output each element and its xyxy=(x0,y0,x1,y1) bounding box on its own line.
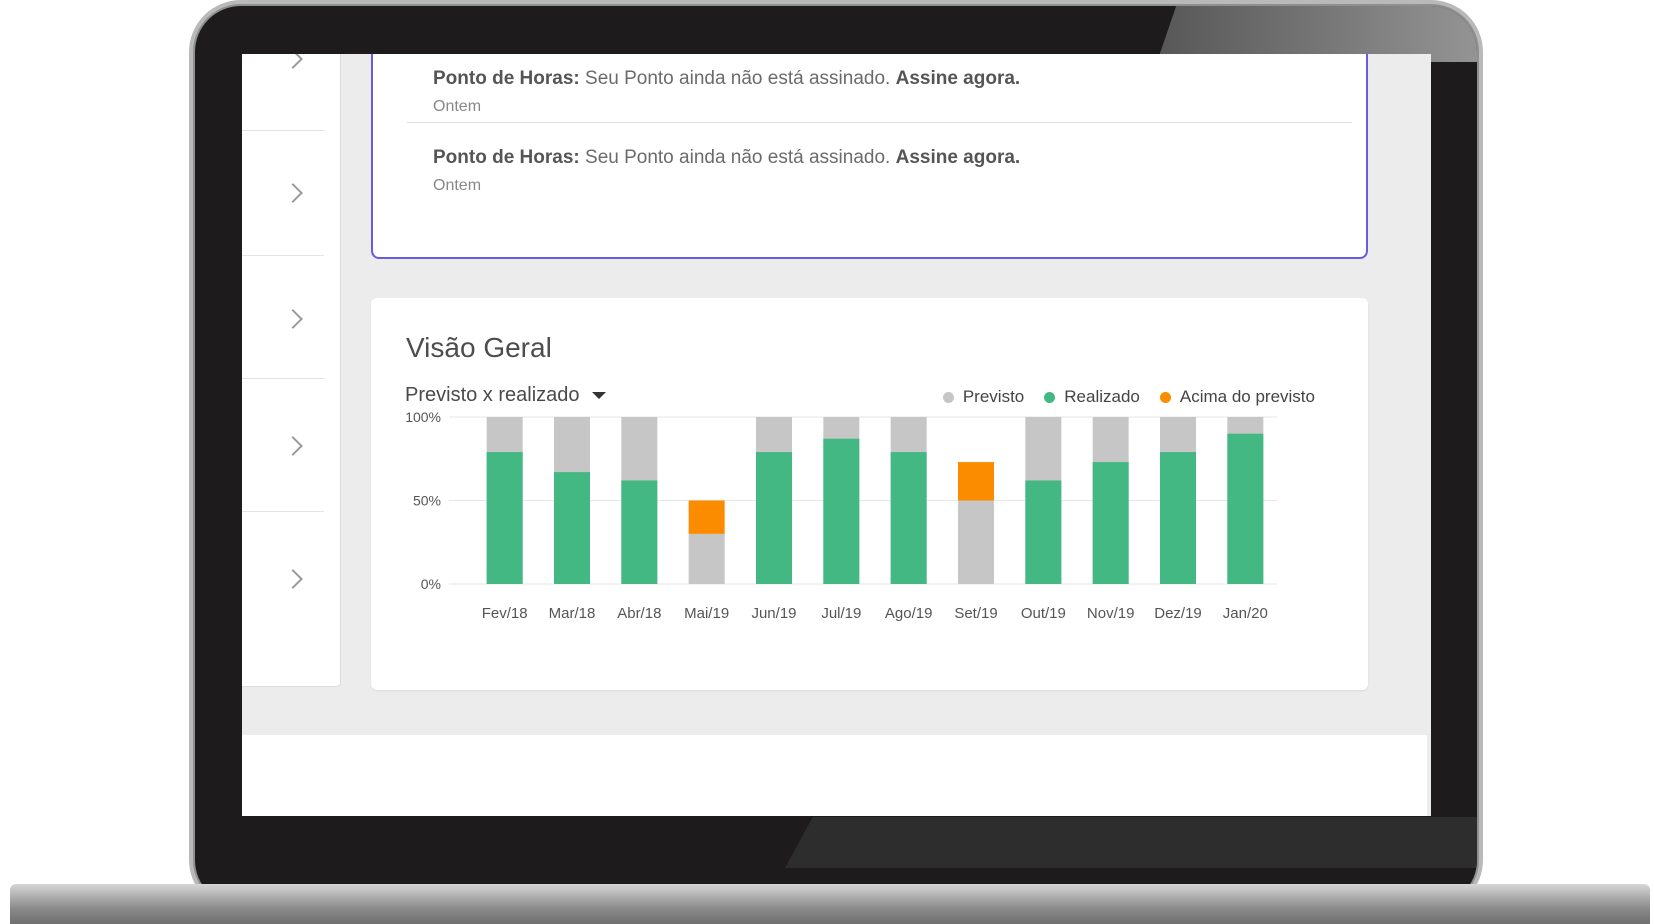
bar-realizado xyxy=(1092,462,1129,584)
x-tick-label: Abr/18 xyxy=(617,605,661,622)
sidebar-item[interactable] xyxy=(242,256,324,379)
sidebar-item[interactable] xyxy=(242,379,324,512)
bar-previsto xyxy=(688,533,725,584)
x-tick-label: Dez/19 xyxy=(1154,605,1202,622)
bar-realizado xyxy=(823,438,860,584)
bar-chart: 0% 50% 100% Fev/18 Mar/18 Abr/18 Mai/19 Jun/19 J… xyxy=(405,409,1277,622)
bar-previsto xyxy=(958,500,994,584)
overview-card: Visão Geral Previsto x realizado Previst… xyxy=(371,298,1368,690)
bar-realizado xyxy=(554,472,590,584)
x-tick-label: Set/19 xyxy=(954,605,997,622)
sign-now-link[interactable]: Assine agora. xyxy=(896,68,1021,89)
footer-area xyxy=(242,735,1427,816)
y-tick-label: 50% xyxy=(413,493,441,509)
bar-realizado xyxy=(621,480,658,584)
notification-message: Seu Ponto ainda não está assinado. xyxy=(585,68,891,89)
sidebar-item[interactable] xyxy=(242,54,324,131)
x-tick-label: Jan/20 xyxy=(1223,605,1268,622)
x-tick-label: Ago/19 xyxy=(885,605,933,622)
bar-realizado xyxy=(486,452,523,584)
bar-realizado xyxy=(1160,452,1196,584)
bar-realizado xyxy=(756,452,792,584)
y-tick-label: 100% xyxy=(405,409,441,425)
notification-time: Ontem xyxy=(433,177,482,194)
notifications-card: Ponto de Horas: Seu Ponto ainda não está… xyxy=(371,54,1368,259)
y-tick-label: 0% xyxy=(421,576,441,592)
sidebar-item[interactable] xyxy=(242,512,324,642)
chevron-right-icon xyxy=(283,436,303,456)
notification-message: Seu Ponto ainda não está assinado. xyxy=(585,147,891,168)
notification-text[interactable]: Ponto de Horas: Seu Ponto ainda não está… xyxy=(433,68,1020,90)
bar-acima-do-previsto xyxy=(958,462,994,501)
sign-now-link[interactable]: Assine agora. xyxy=(896,147,1021,168)
chevron-right-icon xyxy=(283,569,303,589)
x-tick-label: Jul/19 xyxy=(821,605,861,622)
bar-acima-do-previsto xyxy=(688,500,725,534)
chevron-right-icon xyxy=(283,54,303,69)
notification-source: Ponto de Horas: xyxy=(433,147,580,168)
x-tick-label: Fev/18 xyxy=(482,605,528,622)
bar-realizado xyxy=(1025,480,1062,584)
x-tick-label: Nov/19 xyxy=(1087,605,1135,622)
notification-source: Ponto de Horas: xyxy=(433,68,580,89)
bezel-reflection xyxy=(785,817,1477,868)
x-tick-label: Out/19 xyxy=(1021,605,1066,622)
x-tick-label: Mai/19 xyxy=(684,605,729,622)
notification-time: Ontem xyxy=(433,98,482,115)
notification-text[interactable]: Ponto de Horas: Seu Ponto ainda não está… xyxy=(433,147,1020,169)
sidebar-item[interactable] xyxy=(242,131,324,256)
laptop-base xyxy=(10,884,1650,924)
chevron-right-icon xyxy=(283,183,303,203)
divider xyxy=(407,122,1352,123)
x-tick-label: Jun/19 xyxy=(751,605,796,622)
chevron-right-icon xyxy=(283,309,303,329)
x-tick-label: Mar/18 xyxy=(549,605,596,622)
sidebar xyxy=(242,54,341,687)
bar-realizado xyxy=(1227,433,1264,584)
screen: Ponto de Horas: Seu Ponto ainda não está… xyxy=(242,54,1431,816)
bar-realizado xyxy=(890,452,927,584)
